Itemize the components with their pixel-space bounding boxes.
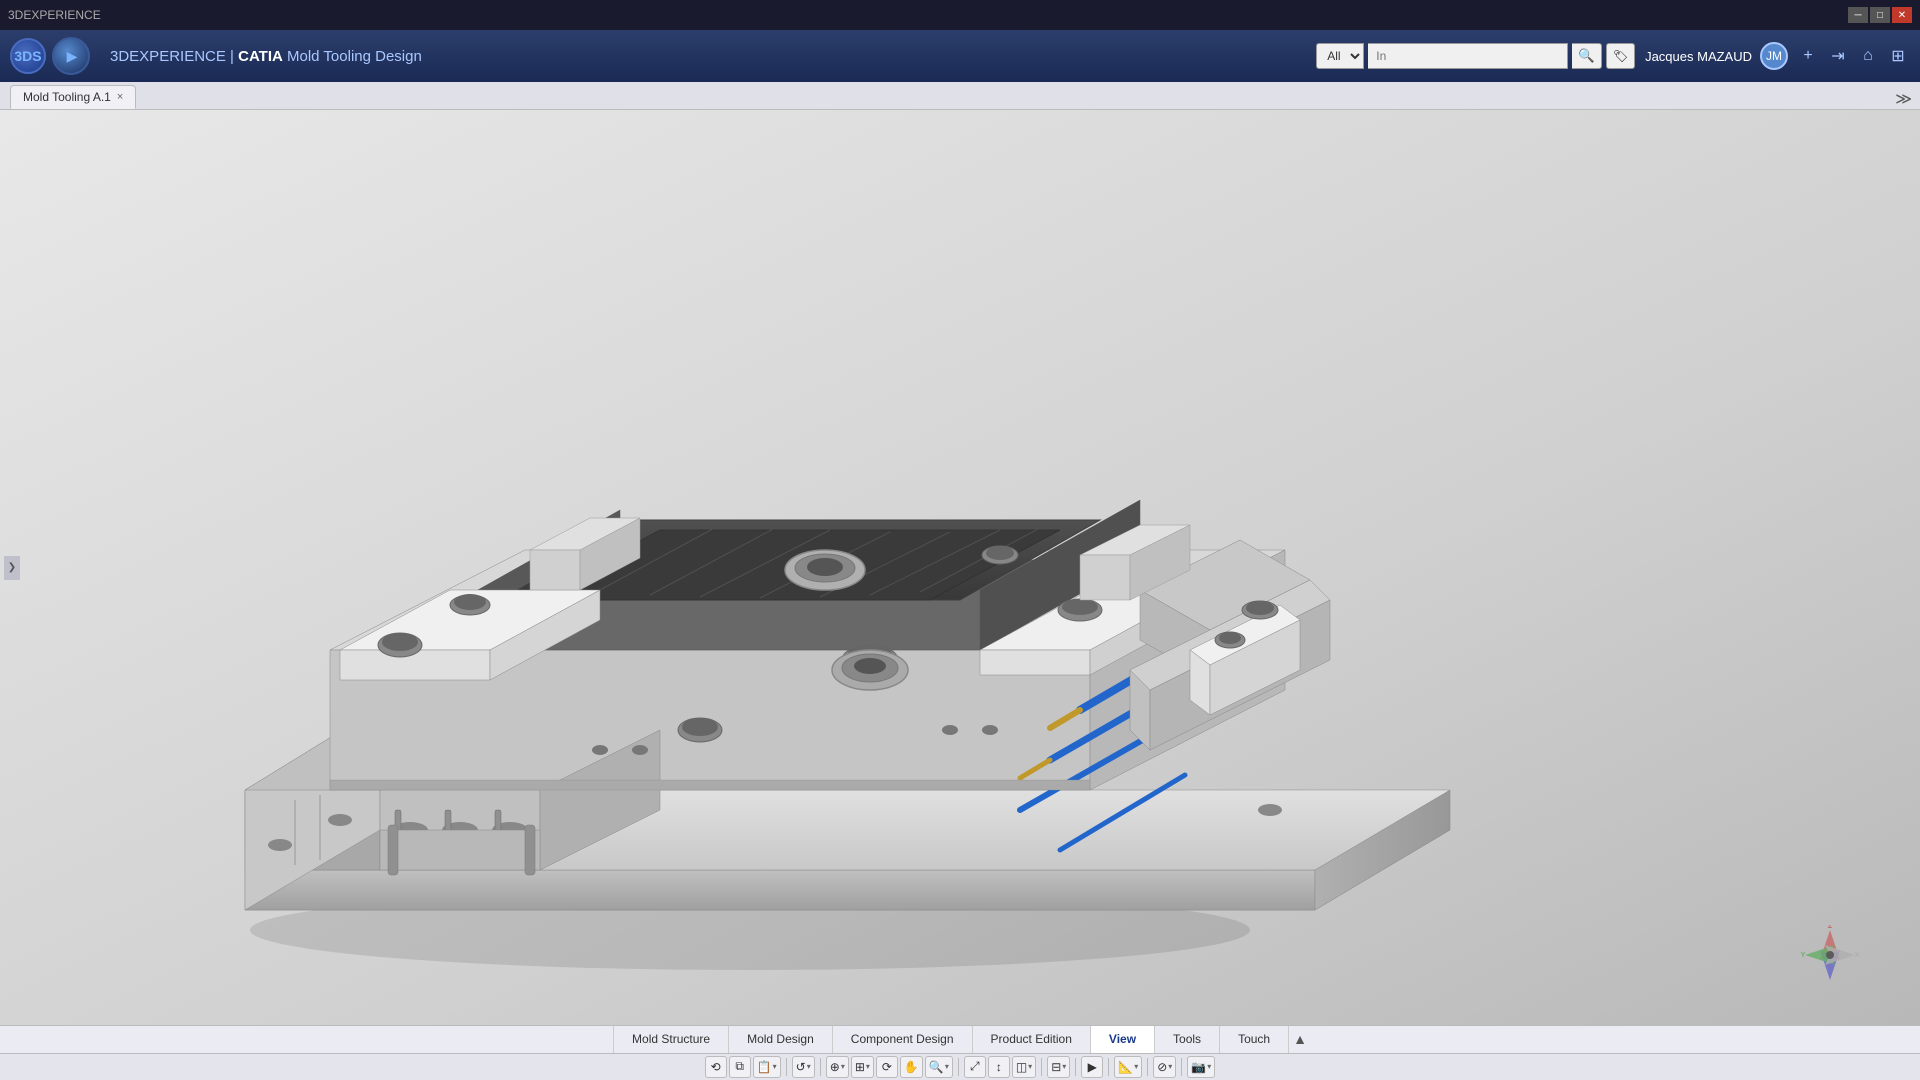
dropdown-arrow-7[interactable]: ▾ [866,1062,870,1071]
tool-button-18[interactable]: ▶ [1081,1056,1103,1078]
search-button[interactable]: 🔍 [1572,43,1602,69]
share-button[interactable]: ⇥ [1826,44,1850,68]
menu-tab-mold-design[interactable]: Mold Design [729,1026,833,1053]
user-area: Jacques MAZAUD JM + ⇥ ⌂ ⊞ [1645,42,1910,70]
tool-button-10[interactable]: 🔍▾ [925,1056,953,1078]
maximize-button[interactable]: □ [1870,7,1890,23]
user-name-label: Jacques MAZAUD [1645,49,1752,64]
play-button[interactable] [52,37,90,75]
svg-text:Z: Z [1828,925,1833,930]
minimize-button[interactable]: ─ [1848,7,1868,23]
left-panel-toggle[interactable]: ❯ [4,556,20,580]
compass-widget[interactable]: Z X Y [1800,925,1860,985]
tool-separator-19 [1108,1058,1109,1076]
brand-label: 3DEXPERIENCE [110,48,226,65]
tool-buttons: ⟲⧉📋▾ ↺▾ ⊕▾⊞▾⟳✋🔍▾ ⤢↕◫▾ ⊟▾ ▶ 📐▾ ⊘▾ 📷▾ [0,1054,1920,1080]
separator-label: | [230,48,238,65]
tool-separator-5 [820,1058,821,1076]
tool-separator-23 [1181,1058,1182,1076]
tag-icon: 🏷 [1613,49,1628,63]
module-name-label: Mold Tooling Design [287,48,422,65]
menu-tab-component-design[interactable]: Component Design [833,1026,973,1053]
tool-button-14[interactable]: ◫▾ [1012,1056,1036,1078]
tool-button-16[interactable]: ⊟▾ [1047,1056,1070,1078]
product-label: CATIA [238,48,283,65]
menu-tab-tools[interactable]: Tools [1155,1026,1220,1053]
tool-button-22[interactable]: ⊘▾ [1153,1056,1176,1078]
close-button[interactable]: ✕ [1892,7,1912,23]
dropdown-arrow-10[interactable]: ▾ [945,1062,949,1071]
tool-button-6[interactable]: ⊕▾ [826,1056,849,1078]
title-bar: 3DEXPERIENCE ─ □ ✕ [0,0,1920,30]
tool-button-9[interactable]: ✋ [900,1056,923,1078]
viewport: ❯ [0,110,1920,1025]
tool-separator-3 [786,1058,787,1076]
bottom-area: Mold StructureMold DesignComponent Desig… [0,1025,1920,1080]
menu-tab-view[interactable]: View [1091,1026,1155,1053]
menu-tab-mold-structure[interactable]: Mold Structure [613,1026,729,1053]
ds-logo-icon: 3DS [10,38,46,74]
menu-tab-touch[interactable]: Touch [1220,1026,1289,1053]
logo-area: 3DS [10,37,100,75]
dropdown-arrow-4[interactable]: ▾ [807,1062,811,1071]
dropdown-arrow-2[interactable]: ▾ [773,1062,777,1071]
active-tab[interactable]: Mold Tooling A.1 × [10,85,136,109]
search-input[interactable] [1368,43,1568,69]
home-button[interactable]: ⌂ [1856,44,1880,68]
tab-label: Mold Tooling A.1 [23,90,111,104]
svg-text:X: X [1855,952,1860,959]
menu-tabs: Mold StructureMold DesignComponent Desig… [0,1026,1920,1054]
search-category-dropdown[interactable]: All [1316,43,1364,69]
dropdown-arrow-16[interactable]: ▾ [1062,1062,1066,1071]
tab-close-button[interactable]: × [117,91,123,103]
tool-button-4[interactable]: ↺▾ [792,1056,815,1078]
tag-button[interactable]: 🏷 [1606,43,1635,69]
window-title: 3DEXPERIENCE [8,8,101,22]
tool-separator-11 [958,1058,959,1076]
toolbar-icons: + ⇥ ⌂ ⊞ [1796,44,1910,68]
tool-button-24[interactable]: 📷▾ [1187,1056,1215,1078]
tool-separator-21 [1147,1058,1148,1076]
app-title: 3DEXPERIENCE | CATIA Mold Tooling Design [110,48,422,65]
grid-button[interactable]: ⊞ [1886,44,1910,68]
dropdown-arrow-6[interactable]: ▾ [841,1062,845,1071]
tab-bar: Mold Tooling A.1 × ≫ [0,82,1920,110]
model-canvas [0,110,1920,1025]
tool-button-8[interactable]: ⟳ [876,1056,898,1078]
tool-button-20[interactable]: 📐▾ [1114,1056,1142,1078]
user-avatar[interactable]: JM [1760,42,1788,70]
search-area: All 🔍 🏷 [1316,43,1635,69]
title-bar-controls: ─ □ ✕ [1848,7,1912,23]
collapse-icon: ≫ [1895,89,1912,109]
menu-tab-product-edition[interactable]: Product Edition [973,1026,1091,1053]
menu-tabs-overflow-button[interactable]: ▲ [1293,1031,1307,1047]
svg-text:Y: Y [1801,952,1806,959]
tool-button-12[interactable]: ⤢ [964,1056,986,1078]
tool-button-0[interactable]: ⟲ [705,1056,727,1078]
title-bar-left: 3DEXPERIENCE [8,8,101,22]
dropdown-arrow-24[interactable]: ▾ [1207,1062,1211,1071]
tool-button-2[interactable]: 📋▾ [753,1056,781,1078]
tool-separator-15 [1041,1058,1042,1076]
search-icon: 🔍 [1578,48,1595,64]
dropdown-arrow-22[interactable]: ▾ [1168,1062,1172,1071]
tool-button-7[interactable]: ⊞▾ [851,1056,874,1078]
tool-button-13[interactable]: ↕ [988,1056,1010,1078]
tool-button-1[interactable]: ⧉ [729,1056,751,1078]
tool-separator-17 [1075,1058,1076,1076]
dropdown-arrow-20[interactable]: ▾ [1134,1062,1138,1071]
tab-bar-right: ≫ [1895,89,1920,109]
chevron-right-icon: ❯ [8,562,16,573]
add-button[interactable]: + [1796,44,1820,68]
top-toolbar: 3DS 3DEXPERIENCE | CATIA Mold Tooling De… [0,30,1920,82]
dropdown-arrow-14[interactable]: ▾ [1028,1062,1032,1071]
